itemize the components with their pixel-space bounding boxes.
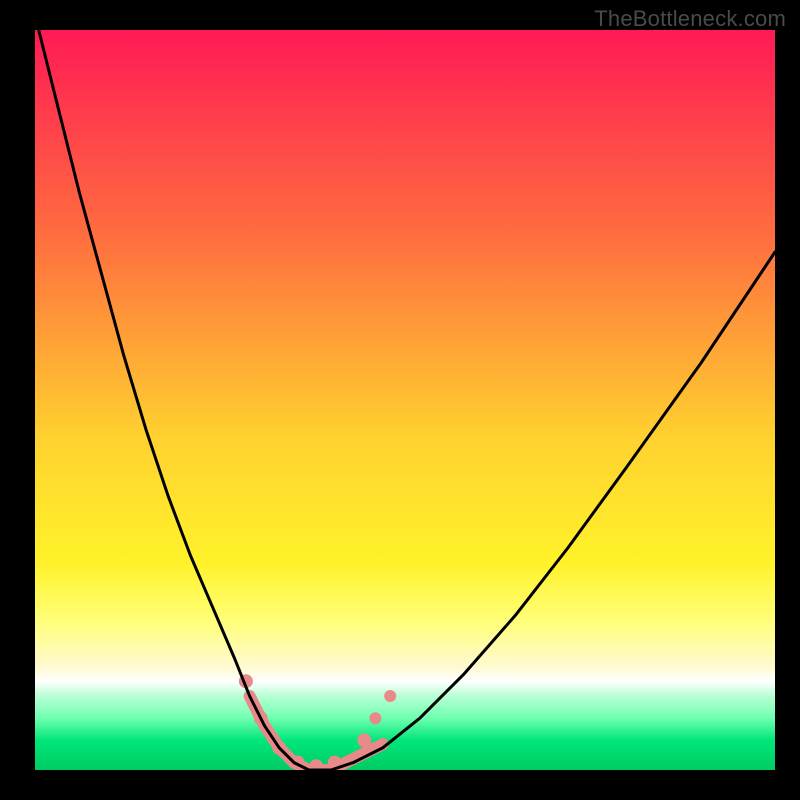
bottleneck-curve-chart	[0, 0, 800, 800]
chart-container: TheBottleneck.com	[0, 0, 800, 800]
marker-dot	[369, 712, 381, 724]
watermark-text: TheBottleneck.com	[594, 6, 786, 32]
plot-background-gradient	[35, 30, 775, 770]
marker-dot	[357, 733, 371, 747]
marker-dot	[384, 690, 396, 702]
